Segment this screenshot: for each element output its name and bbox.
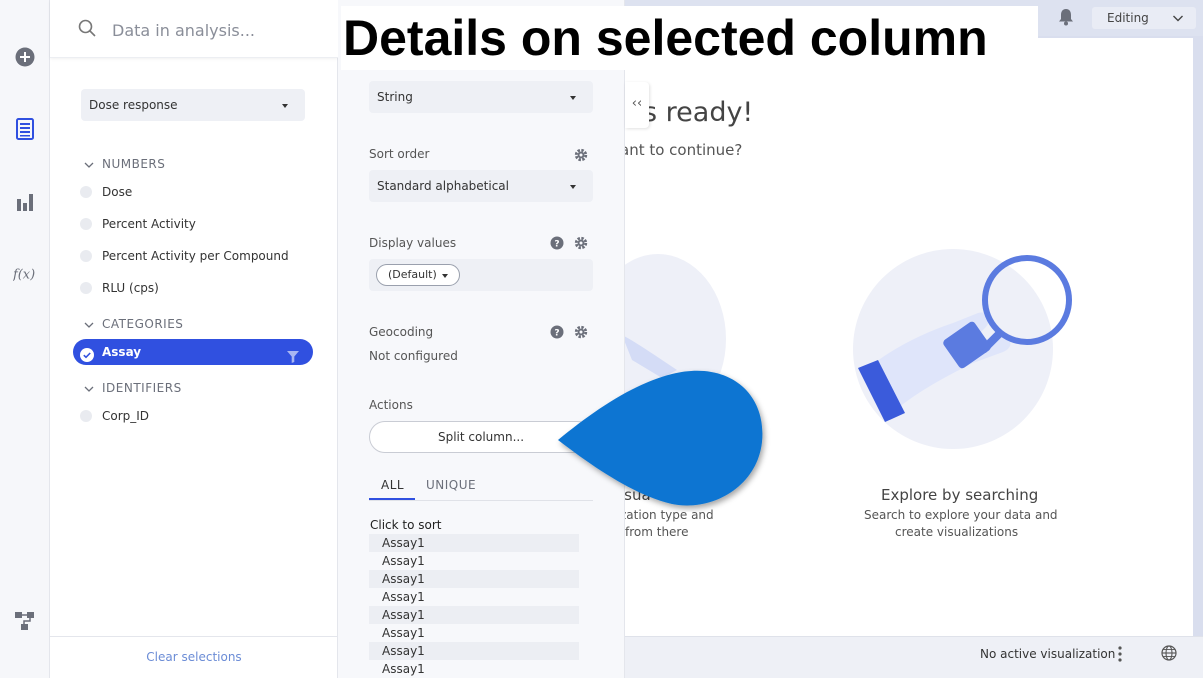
column-item-percent-activity[interactable]: Percent Activity <box>80 212 316 236</box>
group-label: NUMBERS <box>102 157 166 171</box>
chevron-down-icon <box>84 318 94 334</box>
value-row: Assay1 <box>382 590 425 604</box>
globe-icon[interactable] <box>1161 645 1177 665</box>
column-status-dot <box>80 250 92 262</box>
column-name: Percent Activity per Compound <box>102 249 289 263</box>
geocoding-label: Geocoding <box>369 325 434 339</box>
column-name: Dose <box>102 185 133 199</box>
check-circle-icon <box>80 345 94 371</box>
help-icon[interactable]: ? <box>550 235 564 254</box>
value-row: Assay1 <box>382 662 425 676</box>
clear-selections-link[interactable]: Clear selections <box>146 650 241 664</box>
value-row: Assay1 <box>382 626 425 640</box>
value-row: Assay1 <box>369 606 579 624</box>
more-options-icon[interactable] <box>1118 646 1122 666</box>
bell-icon[interactable] <box>1058 8 1074 30</box>
geocoding-value: Not configured <box>369 349 458 363</box>
data-icon[interactable] <box>13 117 37 141</box>
help-icon[interactable]: ? <box>550 324 564 343</box>
svg-text:?: ? <box>554 240 559 250</box>
value-row: Assay1 <box>369 534 579 552</box>
column-status-dot <box>80 282 92 294</box>
value-row: Assay1 <box>382 554 425 568</box>
visualization-icon[interactable] <box>13 190 37 214</box>
status-bar <box>625 636 1203 678</box>
chevron-down-icon <box>1172 9 1184 31</box>
active-tab-indicator <box>369 498 415 500</box>
search-input[interactable] <box>112 16 322 44</box>
value-row: Assay1 <box>369 642 579 660</box>
data-table-dropdown[interactable]: Dose response <box>81 89 305 121</box>
caret-down-icon <box>570 185 576 189</box>
callout-pointer-icon <box>552 362 772 516</box>
collapse-panel-button[interactable]: ‹‹ <box>625 82 649 128</box>
display-values-dropdown[interactable]: (Default) <box>376 264 460 286</box>
column-status-dot <box>80 410 92 422</box>
caret-down-icon <box>442 274 448 278</box>
click-to-sort-header[interactable]: Click to sort <box>370 518 442 532</box>
gear-icon[interactable] <box>574 324 588 343</box>
ready-subheading: ant to continue? <box>620 141 743 159</box>
display-values-value: (Default) <box>388 268 437 281</box>
data-panel: Dose response NUMBERS Dose Percent Activ… <box>50 0 338 678</box>
left-icon-rail: f(x) <box>0 0 50 678</box>
svg-text:?: ? <box>554 329 559 339</box>
editing-mode-dropdown[interactable]: Editing <box>1092 7 1196 29</box>
caret-down-icon <box>282 104 288 108</box>
sort-order-value: Standard alphabetical <box>377 179 509 193</box>
tab-unique[interactable]: UNIQUE <box>426 478 476 492</box>
group-label: CATEGORIES <box>102 317 184 331</box>
column-item-percent-activity-per-compound[interactable]: Percent Activity per Compound <box>80 244 316 268</box>
gear-icon[interactable] <box>574 147 588 166</box>
caret-down-icon <box>570 96 576 100</box>
visualize-card-desc-2: from there <box>625 525 689 539</box>
column-item-dose[interactable]: Dose <box>80 180 316 204</box>
data-canvas-icon[interactable] <box>13 609 37 633</box>
column-name: Corp_ID <box>102 409 150 423</box>
search-icon <box>78 19 96 41</box>
column-details-panel: String Sort order Standard alphabetical … <box>338 0 625 678</box>
editing-mode-label: Editing <box>1107 11 1149 25</box>
status-text: No active visualization <box>980 647 1116 661</box>
search-card-desc-2: create visualizations <box>895 525 1019 539</box>
actions-label: Actions <box>369 398 413 412</box>
data-type-dropdown[interactable]: String <box>369 81 593 113</box>
display-values-label: Display values <box>369 236 457 250</box>
chevron-down-icon <box>84 158 94 174</box>
column-name: Percent Activity <box>102 217 196 231</box>
add-icon[interactable] <box>13 45 37 69</box>
data-type-value: String <box>377 90 413 104</box>
filter-icon[interactable] <box>287 346 299 372</box>
chevron-down-icon <box>84 382 94 398</box>
sort-order-dropdown[interactable]: Standard alphabetical <box>369 170 593 202</box>
group-label: IDENTIFIERS <box>102 381 182 395</box>
tab-all[interactable]: ALL <box>381 478 404 492</box>
column-item-corp-id[interactable]: Corp_ID <box>80 404 316 428</box>
column-name: Assay <box>102 345 142 359</box>
clear-selections-bar: Clear selections <box>50 636 338 678</box>
search-bar <box>50 0 338 58</box>
data-table-value: Dose response <box>89 98 178 112</box>
magnifier-hand-icon <box>853 248 1078 432</box>
column-name: RLU (cps) <box>102 281 159 295</box>
column-status-dot <box>80 218 92 230</box>
sort-order-label: Sort order <box>369 147 430 161</box>
svg-text:f(x): f(x) <box>13 268 35 283</box>
search-card-desc-1: Search to explore your data and <box>864 508 1058 522</box>
ready-heading: s ready! <box>643 97 754 128</box>
gear-icon[interactable] <box>574 235 588 254</box>
column-item-assay[interactable]: Assay <box>73 339 313 365</box>
value-row: Assay1 <box>369 570 579 588</box>
function-icon[interactable]: f(x) <box>13 262 37 286</box>
column-status-dot <box>80 186 92 198</box>
column-item-rlu[interactable]: RLU (cps) <box>80 276 316 300</box>
search-card-title[interactable]: Explore by searching <box>881 486 1038 504</box>
annotation-title: Details on selected column <box>341 6 1038 70</box>
